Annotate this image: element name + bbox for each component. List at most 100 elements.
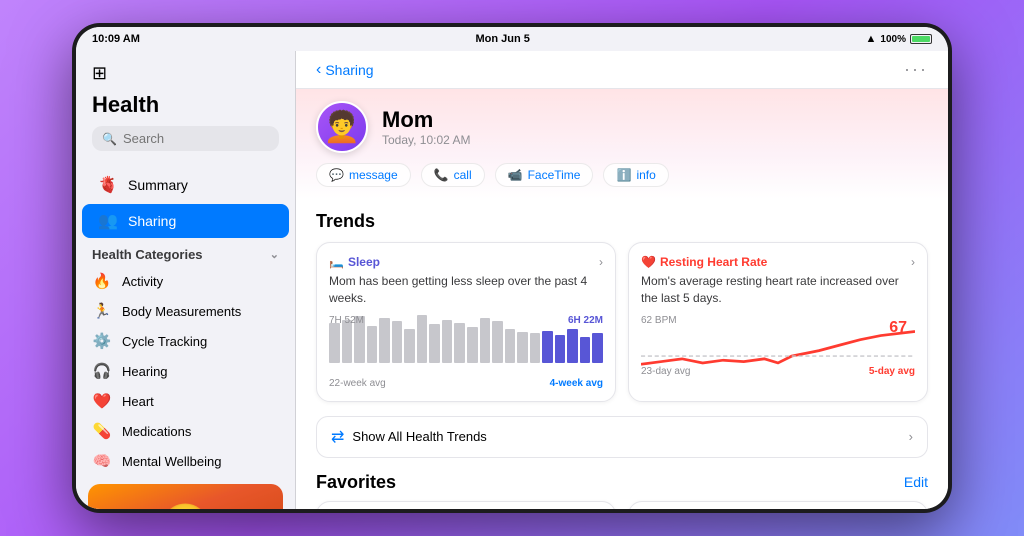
mental-icon: 🧠 [92, 452, 112, 470]
profile-top: 🧑‍🦱 Mom Today, 10:02 AM [316, 101, 928, 153]
status-right: ▲ 100% [866, 33, 932, 45]
back-chevron-icon: ‹ [316, 61, 321, 79]
search-bar[interactable]: 🔍 🎙️ [92, 126, 279, 151]
sidebar-app-title: Health [92, 92, 279, 118]
activity-icon: 🔥 [92, 272, 112, 290]
main-panel: ‹ Sharing ··· 🧑‍🦱 Mom Today, 10:02 AM [296, 51, 948, 509]
sleep-icon: 🛏️ [329, 255, 344, 269]
wifi-icon: ▲ [866, 33, 877, 45]
trends-grid: 🛏️ Sleep › Mom has been getting less sle… [316, 242, 928, 402]
facetime-label: FaceTime [528, 168, 581, 182]
heart-chart: 62 BPM 67 [641, 315, 915, 363]
facetime-button[interactable]: 📹 FaceTime [495, 163, 594, 187]
trends-icon: ⇄ [331, 427, 344, 447]
back-label: Sharing [325, 62, 373, 78]
status-date: Mon Jun 5 [476, 33, 530, 45]
search-icon: 🔍 [102, 132, 117, 146]
status-bar: 10:09 AM Mon Jun 5 ▲ 100% [76, 27, 948, 51]
trends-title: Trends [316, 211, 928, 232]
profile-name: Mom [382, 107, 471, 133]
device-screen: 10:09 AM Mon Jun 5 ▲ 100% ⊞ [76, 27, 948, 509]
battery-pct: 100% [880, 34, 906, 45]
favorites-title: Favorites [316, 472, 396, 493]
sleep-legend-right: 4-week avg [550, 378, 603, 389]
avatar-emoji: 🧑‍🦱 [323, 110, 360, 145]
favorites-grid: 🔥 Activity 10:01 AM › [316, 501, 928, 509]
sidebar-item-activity[interactable]: 🔥 Activity [76, 266, 295, 296]
sleep-trend-label: 🛏️ Sleep [329, 255, 380, 269]
sidebar-avatar: 😊 [88, 484, 283, 509]
main-scroll[interactable]: Trends 🛏️ Sleep › Mom has been [296, 199, 948, 509]
sleep-legend-left: 22-week avg [329, 378, 386, 389]
main-header: ‹ Sharing ··· [296, 51, 948, 89]
sidebar-item-cycle[interactable]: ⚙️ Cycle Tracking [76, 326, 295, 356]
medications-icon: 💊 [92, 422, 112, 440]
contact-buttons: 💬 message 📞 call 📹 FaceTime ℹ️ [316, 163, 928, 187]
body-icon: 🏃 [92, 302, 112, 320]
call-button[interactable]: 📞 call [421, 163, 485, 187]
avatar-image: 😊 [88, 484, 283, 509]
sleep-chart: 7H 52M 6H 22M [329, 315, 603, 375]
heart-trend-card: ❤️ Resting Heart Rate › Mom's average re… [628, 242, 928, 402]
sidebar-item-mental[interactable]: 🧠 Mental Wellbeing [76, 446, 295, 476]
heart-rate-chart-svg [641, 315, 915, 381]
status-time: 10:09 AM [92, 33, 140, 45]
heart-description: Mom's average resting heart rate increas… [641, 273, 915, 307]
activity-fav-card: 🔥 Activity 10:01 AM › [316, 501, 616, 509]
sleep-trend-card: 🛏️ Sleep › Mom has been getting less sle… [316, 242, 616, 402]
call-label: call [454, 168, 472, 182]
dots-menu[interactable]: ··· [904, 59, 928, 80]
heart-card-header: ❤️ Resting Heart Rate › [641, 255, 915, 269]
show-all-trends-button[interactable]: ⇄ Show All Health Trends › [316, 416, 928, 458]
medications-label: Medications [122, 424, 191, 439]
sleep-chevron-icon[interactable]: › [599, 255, 603, 269]
edit-button[interactable]: Edit [904, 474, 928, 490]
show-all-left: ⇄ Show All Health Trends [331, 427, 487, 447]
heart-chevron-icon[interactable]: › [911, 255, 915, 269]
sharing-icon: 👥 [98, 211, 118, 231]
activity-label: Activity [122, 274, 163, 289]
cycle-icon: ⚙️ [92, 332, 112, 350]
message-button[interactable]: 💬 message [316, 163, 411, 187]
back-button[interactable]: ‹ Sharing [316, 61, 374, 79]
call-icon: 📞 [434, 168, 449, 182]
health-categories-label: Health Categories [92, 247, 203, 262]
mental-label: Mental Wellbeing [122, 454, 221, 469]
search-input[interactable] [123, 131, 299, 146]
app-content: ⊞ Health 🔍 🎙️ 🫀 Summary 👥 Sharing [76, 51, 948, 509]
message-icon: 💬 [329, 168, 344, 182]
sidebar-item-medications[interactable]: 💊 Medications [76, 416, 295, 446]
show-all-chevron-icon: › [909, 429, 913, 444]
sleep-bars [329, 315, 603, 363]
health-categories-header: Health Categories ⌄ [76, 239, 295, 266]
body-label: Body Measurements [122, 304, 241, 319]
sharing-label: Sharing [128, 213, 176, 229]
info-icon: ℹ️ [616, 168, 631, 182]
heart-value: 67 [889, 319, 907, 337]
cycle-label: Cycle Tracking [122, 334, 207, 349]
sidebar-item-summary[interactable]: 🫀 Summary [82, 168, 289, 202]
categories-chevron[interactable]: ⌄ [270, 248, 279, 261]
summary-label: Summary [128, 177, 188, 193]
sleep-description: Mom has been getting less sleep over the… [329, 273, 603, 307]
profile-info: Mom Today, 10:02 AM [382, 107, 471, 147]
sidebar-item-hearing[interactable]: 🎧 Hearing [76, 356, 295, 386]
hearing-icon: 🎧 [92, 362, 112, 380]
profile-time: Today, 10:02 AM [382, 133, 471, 147]
sidebar-item-heart[interactable]: ❤️ Heart [76, 386, 295, 416]
facetime-icon: 📹 [508, 168, 523, 182]
sleep-avg-label: 7H 52M [329, 315, 364, 326]
sidebar-item-body[interactable]: 🏃 Body Measurements [76, 296, 295, 326]
heart-bpm-label: 62 BPM [641, 315, 677, 326]
hearing-label: Hearing [122, 364, 168, 379]
sidebar-item-sharing[interactable]: 👥 Sharing [82, 204, 289, 238]
heart-label: Heart [122, 394, 154, 409]
sidebar-layout-icon: ⊞ [92, 63, 107, 84]
summary-icon: 🫀 [98, 175, 118, 195]
steps-fav-card: 👟 Steps 9:55 AM › [628, 501, 928, 509]
sleep-legend: 22-week avg 4-week avg [329, 378, 603, 389]
battery-icon [910, 34, 932, 44]
sleep-highlight-label: 6H 22M [568, 315, 603, 326]
sidebar: ⊞ Health 🔍 🎙️ 🫀 Summary 👥 Sharing [76, 51, 296, 509]
info-button[interactable]: ℹ️ info [603, 163, 668, 187]
